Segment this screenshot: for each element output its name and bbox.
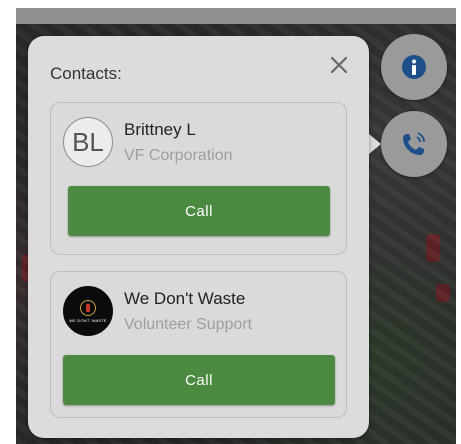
avatar-logo: WE DON'T WASTE <box>63 286 113 336</box>
contact-card: BL Brittney L VF Corporation Call <box>50 102 347 255</box>
avatar: BL <box>63 117 113 167</box>
panel-title: Contacts: <box>50 64 122 83</box>
contact-card: WE DON'T WASTE We Don't Waste Volunteer … <box>50 271 347 418</box>
contact-organization: VF Corporation <box>124 147 233 164</box>
phone-call-icon <box>403 132 425 155</box>
call-contacts-button[interactable] <box>381 111 447 177</box>
contacts-popover: Contacts: BL Brittney L VF Corporation C… <box>28 36 369 438</box>
logo-mark-icon <box>80 299 96 316</box>
popover-arrow <box>369 134 381 154</box>
contact-name: Brittney L <box>124 120 196 139</box>
contact-name: We Don't Waste <box>124 289 246 308</box>
info-icon <box>402 55 426 79</box>
close-button[interactable] <box>326 52 352 78</box>
call-button[interactable]: Call <box>68 186 330 236</box>
top-bar <box>16 8 456 24</box>
info-button[interactable] <box>381 34 447 100</box>
contact-organization: Volunteer Support <box>124 316 253 333</box>
call-button[interactable]: Call <box>63 355 335 405</box>
logo-text: WE DON'T WASTE <box>69 317 107 323</box>
close-icon <box>330 56 348 74</box>
